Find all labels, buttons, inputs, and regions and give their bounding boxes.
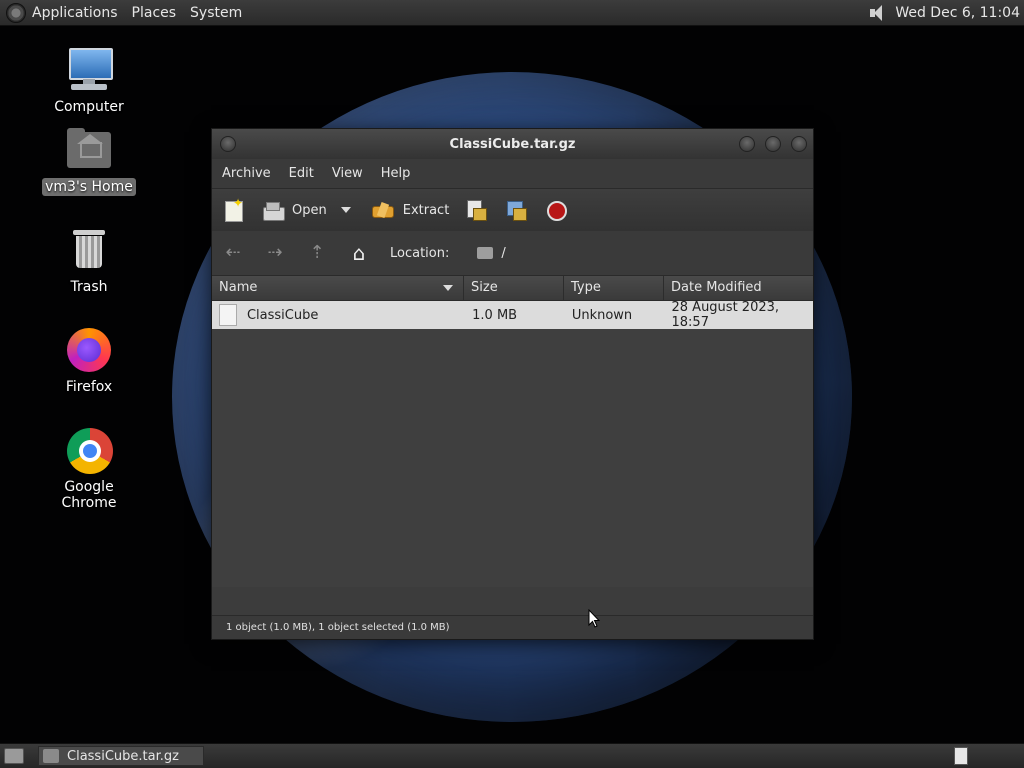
file-type: Unknown (571, 307, 633, 323)
column-header-size[interactable]: Size (464, 276, 564, 300)
toolbar: Open Extract (212, 188, 813, 231)
open-icon[interactable] (262, 199, 285, 221)
desktop-icon-trash[interactable]: Trash (34, 226, 144, 296)
location-bar: ⇠ ⇢ ⇡ ⌂ Location: / (212, 231, 813, 275)
table-row[interactable]: ClassiCube 1.0 MB Unknown 28 August 2023… (212, 300, 813, 330)
extract-button[interactable]: Extract (403, 203, 450, 218)
forward-arrow-icon[interactable]: ⇢ (264, 242, 286, 264)
column-header-type[interactable]: Type (564, 276, 664, 300)
menu-places[interactable]: Places (132, 5, 177, 21)
taskbar-item-label: ClassiCube.tar.gz (67, 748, 179, 764)
maximize-button[interactable] (765, 136, 781, 152)
file-size: 1.0 MB (472, 307, 518, 323)
top-panel: Applications Places System Wed Dec 6, 11… (0, 0, 1024, 26)
menu-applications[interactable]: Applications (32, 5, 118, 21)
stop-icon[interactable] (545, 199, 568, 221)
new-archive-icon[interactable] (222, 196, 244, 222)
menu-view[interactable]: View (332, 166, 363, 181)
bottom-taskbar: ClassiCube.tar.gz (0, 743, 1024, 768)
home-folder-icon (65, 126, 113, 174)
trash-icon (65, 226, 113, 274)
extract-icon[interactable] (371, 199, 394, 221)
distro-logo-icon[interactable] (6, 2, 26, 23)
computer-icon (65, 46, 113, 94)
sort-descending-icon (443, 285, 453, 291)
desktop-icon-label: Trash (70, 279, 108, 295)
folder-icon (477, 247, 494, 259)
add-folder-icon[interactable] (505, 199, 528, 221)
archive-manager-window: ClassiCube.tar.gz Archive Edit View Help… (211, 128, 814, 640)
open-dropdown-icon[interactable] (340, 207, 351, 213)
desktop-icon-firefox[interactable]: Firefox (34, 326, 144, 396)
window-title: ClassiCube.tar.gz (449, 136, 576, 152)
mouse-cursor-icon (588, 609, 600, 628)
file-list: ClassiCube 1.0 MB Unknown 28 August 2023… (212, 300, 813, 587)
panel-tray: Wed Dec 6, 11:04 (867, 0, 1020, 25)
status-text: 1 object (1.0 MB), 1 object selected (1.… (226, 622, 450, 633)
desktop-icon-label: Google Chrome (61, 479, 117, 511)
statusbar: 1 object (1.0 MB), 1 object selected (1.… (212, 615, 813, 639)
add-files-icon[interactable] (465, 199, 488, 221)
close-button[interactable] (791, 136, 807, 152)
desktop-icon-label: vm3's Home (42, 178, 136, 196)
location-path[interactable]: / (501, 246, 505, 261)
show-desktop-icon[interactable] (4, 748, 24, 764)
window-titlebar[interactable]: ClassiCube.tar.gz (212, 129, 813, 159)
home-icon[interactable]: ⌂ (348, 242, 370, 264)
menu-system[interactable]: System (190, 5, 242, 21)
clock[interactable]: Wed Dec 6, 11:04 (895, 5, 1020, 21)
firefox-icon (65, 326, 113, 374)
chrome-icon (65, 426, 113, 474)
back-arrow-icon[interactable]: ⇠ (222, 242, 244, 264)
volume-icon[interactable] (867, 4, 887, 22)
menu-help[interactable]: Help (381, 166, 411, 181)
taskbar-item-classicube[interactable]: ClassiCube.tar.gz (38, 746, 204, 766)
window-menu-button[interactable] (220, 136, 236, 152)
desktop-icon-label: Firefox (65, 379, 113, 395)
location-label: Location: (390, 245, 450, 261)
up-arrow-icon[interactable]: ⇡ (306, 242, 328, 264)
file-icon (219, 304, 237, 326)
archive-manager-icon (43, 749, 59, 763)
desktop-icon-computer[interactable]: Computer (34, 46, 144, 116)
menu-archive[interactable]: Archive (222, 166, 271, 181)
column-headers: Name Size Type Date Modified (212, 275, 813, 301)
desktop-icon-chrome[interactable]: Google Chrome (34, 426, 144, 512)
desktop-icon-label: Computer (54, 99, 124, 115)
workspace-switcher[interactable] (954, 747, 968, 765)
minimize-button[interactable] (739, 136, 755, 152)
desktop-icon-home[interactable]: vm3's Home (34, 126, 144, 196)
menubar: Archive Edit View Help (212, 159, 813, 188)
column-header-date[interactable]: Date Modified (664, 276, 813, 300)
menu-edit[interactable]: Edit (289, 166, 314, 181)
column-header-name[interactable]: Name (212, 276, 464, 300)
open-button[interactable]: Open (292, 203, 327, 218)
file-name: ClassiCube (246, 307, 319, 323)
file-date: 28 August 2023, 18:57 (671, 300, 780, 330)
